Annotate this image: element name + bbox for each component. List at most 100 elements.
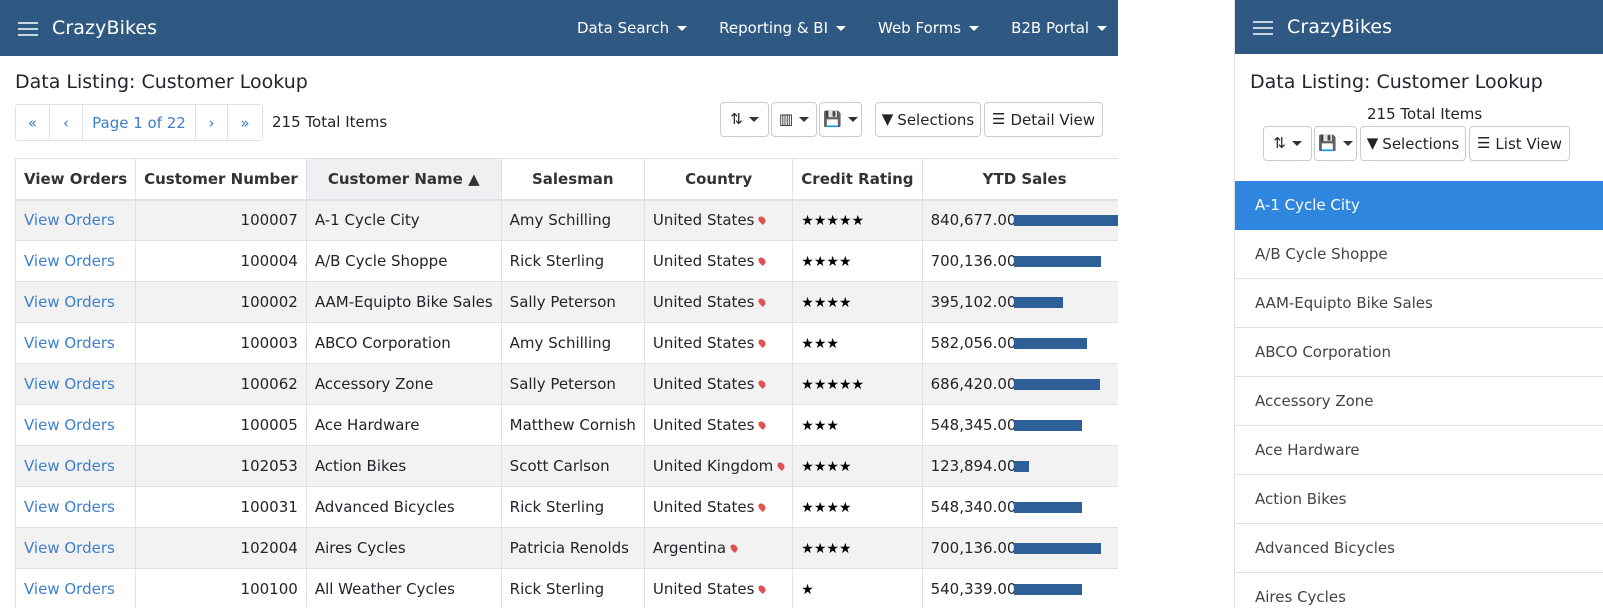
- save-button[interactable]: 💾: [1314, 126, 1357, 161]
- nav-b2b-portal[interactable]: B2B Portal: [1011, 19, 1108, 37]
- nav-web-forms[interactable]: Web Forms: [878, 19, 980, 37]
- table-row[interactable]: View Orders 100007 A-1 Cycle City Amy Schil…: [14, 199, 1128, 241]
- ytd-sales-value: 548,340.00: [930, 498, 1017, 516]
- ytd-sales-value: 540,339.00: [930, 580, 1017, 598]
- country-cell: United States: [643, 568, 794, 608]
- view-orders-link[interactable]: View Orders: [14, 281, 137, 323]
- nav-reporting-bi[interactable]: Reporting & BI: [719, 19, 846, 37]
- map-pin-icon[interactable]: [776, 461, 787, 471]
- pagination: « ‹ Page 1 of 22 › »: [15, 104, 263, 141]
- selections-button[interactable]: ▼ Selections: [1360, 126, 1466, 161]
- caret-down-icon: [836, 25, 846, 31]
- save-button[interactable]: 💾: [819, 102, 862, 137]
- selections-button[interactable]: ▼ Selections: [875, 102, 981, 137]
- list-icon: ☰: [1476, 134, 1491, 152]
- col-ytd-sales[interactable]: YTD Sales: [921, 158, 1128, 201]
- view-orders-link[interactable]: View Orders: [14, 486, 137, 528]
- table-row[interactable]: View Orders 102053 Action Bikes Scott Carls…: [14, 445, 1128, 487]
- page-indicator[interactable]: Page 1 of 22: [83, 105, 196, 140]
- sort-button[interactable]: ⇅: [1263, 126, 1312, 161]
- caret-down-icon: [748, 117, 759, 122]
- caret-down-icon: [847, 117, 858, 122]
- table-row[interactable]: View Orders 100004 A/B Cycle Shoppe Rick St…: [14, 240, 1128, 282]
- view-orders-link[interactable]: View Orders: [14, 322, 137, 364]
- last-page-button[interactable]: »: [228, 105, 262, 140]
- columns-icon: ▥: [778, 110, 794, 128]
- nav-data-search[interactable]: Data Search: [577, 19, 688, 37]
- col-view-orders[interactable]: View Orders: [14, 158, 137, 201]
- col-salesman[interactable]: Salesman: [500, 158, 645, 201]
- prev-page-button[interactable]: ‹: [50, 105, 83, 140]
- list-icon: ☰: [991, 110, 1006, 128]
- hamburger-menu-icon[interactable]: [1253, 19, 1273, 35]
- selections-label: Selections: [1382, 134, 1460, 153]
- table-row[interactable]: View Orders 100100 All Weather Cycles Rick …: [14, 568, 1128, 608]
- table-row[interactable]: View Orders 100003 ABCO Corporation Amy Sch…: [14, 322, 1128, 364]
- table-row[interactable]: View Orders 100031 Advanced Bicycles Rick S…: [14, 486, 1128, 528]
- view-orders-link[interactable]: View Orders: [14, 404, 137, 446]
- map-pin-icon[interactable]: [757, 256, 768, 266]
- ytd-sales-value: 123,894.00: [930, 457, 1017, 475]
- list-item[interactable]: Action Bikes: [1235, 475, 1603, 524]
- customer-name-cell: A-1 Cycle City: [305, 199, 502, 241]
- map-pin-icon[interactable]: [757, 215, 768, 226]
- list-item[interactable]: AAM-Equipto Bike Sales: [1235, 279, 1603, 328]
- map-pin-icon[interactable]: [757, 338, 768, 348]
- ytd-sales-cell: 840,677.00: [921, 199, 1128, 241]
- detail-view-button[interactable]: ☰ Detail View: [984, 102, 1103, 137]
- view-orders-link[interactable]: View Orders: [14, 445, 137, 487]
- country-cell: United States: [643, 240, 794, 282]
- caret-down-icon: [799, 117, 810, 122]
- customer-name-cell: Advanced Bicycles: [305, 486, 502, 528]
- map-pin-icon[interactable]: [757, 502, 768, 512]
- country-cell: Argentina: [643, 527, 794, 569]
- first-page-button[interactable]: «: [16, 105, 50, 140]
- map-pin-icon[interactable]: [729, 543, 740, 553]
- col-customer-number[interactable]: Customer Number: [135, 158, 307, 201]
- list-view-button[interactable]: ☰ List View: [1469, 126, 1570, 161]
- brand-logo[interactable]: CrazyBikes: [1287, 16, 1392, 38]
- country-cell: United States: [643, 486, 794, 528]
- save-icon: 💾: [823, 110, 842, 128]
- view-orders-link[interactable]: View Orders: [14, 240, 137, 282]
- col-customer-name[interactable]: Customer Name ▲: [305, 158, 502, 201]
- view-orders-link[interactable]: View Orders: [14, 363, 137, 405]
- hamburger-menu-icon[interactable]: [18, 20, 38, 36]
- columns-button[interactable]: ▥: [771, 102, 817, 137]
- list-item[interactable]: A-1 Cycle City: [1235, 181, 1603, 230]
- credit-rating-cell: ★★★★: [792, 486, 923, 528]
- table-row[interactable]: View Orders 100002 AAM-Equipto Bike Sales S…: [14, 281, 1128, 323]
- customer-number-cell: 100100: [135, 568, 307, 608]
- view-orders-link[interactable]: View Orders: [14, 199, 137, 241]
- list-item[interactable]: A/B Cycle Shoppe: [1235, 230, 1603, 279]
- table-row[interactable]: View Orders 102004 Aires Cycles Patricia Re…: [14, 527, 1128, 569]
- table-row[interactable]: View Orders 100005 Ace Hardware Matthew Cor…: [14, 404, 1128, 446]
- map-pin-icon[interactable]: [757, 379, 768, 389]
- country-cell: United Kingdom: [643, 445, 794, 487]
- credit-rating-cell: ★: [792, 568, 923, 608]
- list-item[interactable]: Advanced Bicycles: [1235, 524, 1603, 573]
- view-orders-link[interactable]: View Orders: [14, 527, 137, 569]
- col-country[interactable]: Country: [643, 158, 794, 201]
- list-item[interactable]: ABCO Corporation: [1235, 328, 1603, 377]
- ytd-sales-bar: [1013, 296, 1063, 308]
- salesman-cell: Rick Sterling: [500, 240, 645, 282]
- next-page-button[interactable]: ›: [196, 105, 228, 140]
- map-pin-icon[interactable]: [757, 297, 768, 307]
- view-orders-link[interactable]: View Orders: [14, 568, 137, 608]
- salesman-cell: Scott Carlson: [500, 445, 645, 487]
- list-item[interactable]: Ace Hardware: [1235, 426, 1603, 475]
- country-cell: United States: [643, 404, 794, 446]
- sort-button[interactable]: ⇅: [720, 102, 769, 137]
- salesman-cell: Amy Schilling: [500, 199, 645, 241]
- country-cell: United States: [643, 322, 794, 364]
- list-item[interactable]: Accessory Zone: [1235, 377, 1603, 426]
- map-pin-icon[interactable]: [757, 420, 768, 430]
- brand-logo[interactable]: CrazyBikes: [52, 17, 157, 39]
- credit-rating-cell: ★★★: [792, 404, 923, 446]
- list-item[interactable]: Aires Cycles: [1235, 573, 1603, 608]
- table-row[interactable]: View Orders 100062 Accessory Zone Sally Pet…: [14, 363, 1128, 405]
- col-credit-rating[interactable]: Credit Rating: [792, 158, 923, 201]
- map-pin-icon[interactable]: [757, 584, 768, 594]
- customer-number-cell: 100005: [135, 404, 307, 446]
